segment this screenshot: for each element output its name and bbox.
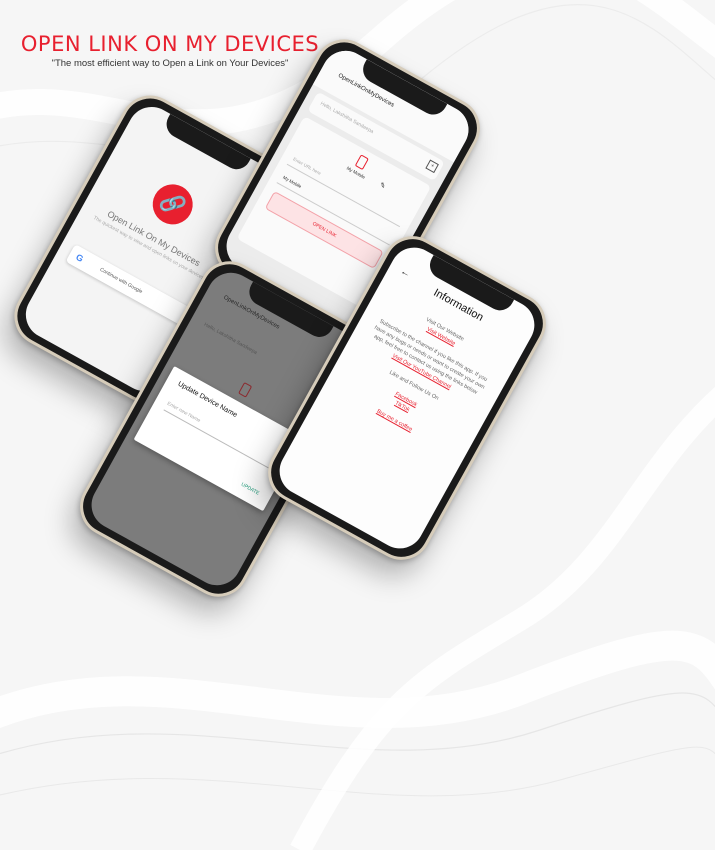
- mobile-device-icon[interactable]: [354, 154, 369, 170]
- hero-tagline: "The most efficient way to Open a Link o…: [51, 58, 289, 69]
- hero-header: OPEN LINK ON MY DEVICES "The most effici…: [0, 32, 340, 69]
- greeting-text: Hello, Lakshitha Sandeepa: [202, 321, 259, 356]
- mobile-device-icon: [238, 381, 253, 398]
- link-icon: 🔗: [145, 177, 200, 232]
- google-button-label: Continue with Google: [98, 266, 144, 296]
- update-button[interactable]: UPDATE: [240, 482, 260, 497]
- google-signin-button[interactable]: G Continue with Google: [65, 244, 191, 326]
- hero-title: OPEN LINK ON MY DEVICES: [20, 32, 320, 56]
- google-icon: G: [74, 251, 86, 265]
